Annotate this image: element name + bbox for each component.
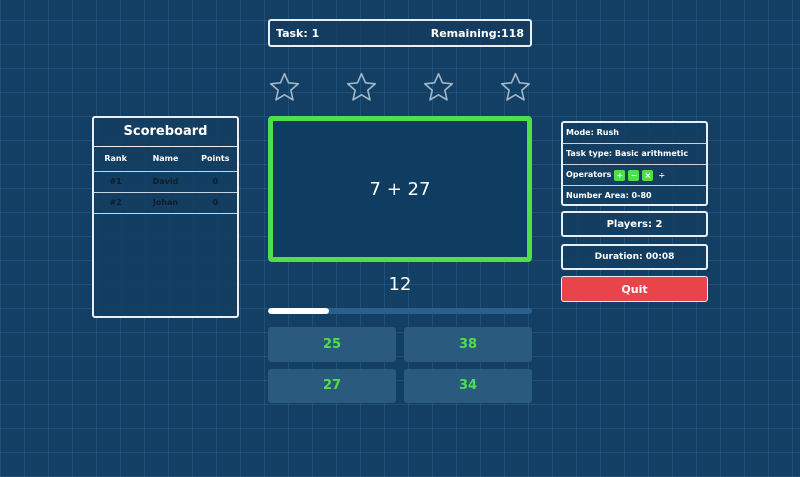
task-status-bar: Task: 1 Remaining:118 (268, 19, 532, 47)
scoreboard-title: Scoreboard (94, 118, 237, 147)
task-type-label: Task type: Basic arithmetic (563, 144, 706, 165)
mode-label: Mode: Rush (563, 123, 706, 144)
scoreboard-header: Rank Name Points (94, 147, 237, 172)
answer-button[interactable]: 27 (268, 368, 396, 403)
players-count: Players: 2 (561, 211, 708, 237)
operators-label: Operators (566, 170, 612, 179)
star-rating (268, 70, 532, 104)
star-outline-icon (499, 71, 532, 104)
timer-value: 12 (388, 274, 412, 295)
question-text: 7 + 27 (369, 178, 431, 200)
operator-plus-badge: + (614, 169, 626, 181)
operators-row: Operators + − × ÷ (563, 165, 706, 186)
duration-display: Duration: 00:08 (561, 244, 708, 270)
player-name: Johan (152, 198, 179, 207)
game-info-panel: Mode: Rush Task type: Basic arithmetic O… (561, 121, 708, 206)
answer-grid: 25 38 27 34 (268, 327, 532, 403)
operator-multiply-badge: × (642, 169, 654, 181)
star-outline-icon (422, 71, 455, 104)
player-rank: #1 (109, 177, 122, 186)
scoreboard-row: #2 Johan 0 (94, 193, 237, 214)
question-panel: 7 + 27 (268, 116, 532, 262)
remaining-counter: Remaining:118 (430, 26, 524, 40)
operator-divide-badge: ÷ (658, 170, 666, 180)
player-points: 0 (212, 177, 219, 186)
operator-minus-badge: − (628, 169, 640, 181)
scoreboard-row: #1 David 0 (94, 172, 237, 193)
number-area-label: Number Area: 0-80 (566, 191, 652, 200)
player-points: 0 (212, 198, 219, 207)
answer-button[interactable]: 34 (404, 368, 532, 403)
star-outline-icon (345, 71, 378, 104)
answer-button[interactable]: 38 (404, 327, 532, 362)
timer-progress-fill (268, 308, 329, 314)
column-header-rank: Rank (104, 154, 127, 163)
column-header-name: Name (152, 154, 179, 163)
timer-progress-bar (268, 308, 532, 314)
answer-button[interactable]: 25 (268, 327, 396, 362)
star-outline-icon (268, 71, 301, 104)
scoreboard: Scoreboard Rank Name Points #1 David 0 #… (92, 116, 239, 318)
player-name: David (152, 177, 179, 186)
task-counter: Task: 1 (276, 26, 320, 40)
column-header-points: Points (201, 154, 230, 163)
player-rank: #2 (109, 198, 122, 207)
quit-button[interactable]: Quit (561, 276, 708, 302)
